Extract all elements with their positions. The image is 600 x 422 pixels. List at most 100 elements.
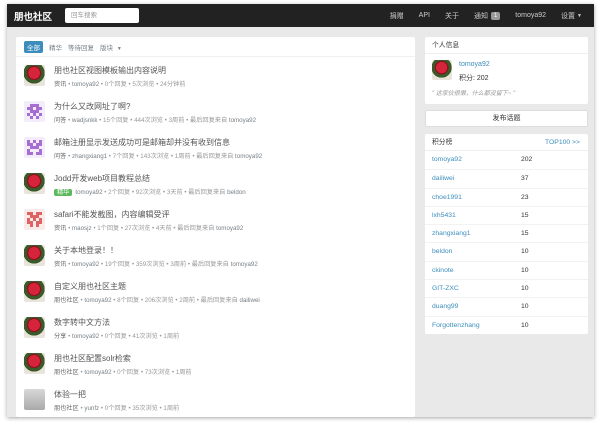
chevron-down-icon: ▼ — [116, 45, 122, 52]
topic-author-link[interactable]: yunfz — [84, 405, 99, 412]
nav-user[interactable]: tomoya92 — [515, 12, 546, 19]
topic-node-link[interactable]: 问答 — [54, 117, 66, 124]
topic-author-link[interactable]: tomoya92 — [72, 261, 99, 268]
topic-title-link[interactable]: 朋也社区配置solr检索 — [54, 353, 131, 364]
topic-author-link[interactable]: tomoya92 — [84, 369, 111, 376]
topic-node-link[interactable]: 朋也社区 — [54, 369, 79, 376]
ranking-user-link[interactable]: Forgottenzhang — [432, 322, 480, 329]
topic-row: 朋也社区视图模板输出内容说明 资讯 • tomoya92 • 0个回复 • 5次浏… — [16, 57, 415, 93]
topic-author-link[interactable]: zhangxiang1 — [72, 153, 107, 160]
search-input[interactable] — [65, 8, 140, 23]
app-window: 朋也社区 捐赠 API 关于 通知 1 tomoya92 设置 ▼ 全部 精华 … — [7, 4, 594, 417]
topic-author-link[interactable]: tomoya92 — [84, 297, 111, 304]
tab-all[interactable]: 全部 — [24, 40, 43, 53]
ranking-user-link[interactable]: GIT-ZXC — [432, 285, 459, 292]
last-reply-user-link[interactable]: tomoya92 — [235, 153, 262, 160]
ranking-list: tomoya92 202 dailiwei 37 choe1991 23 lxh5431 15… — [425, 151, 588, 334]
notification-count-badge: 1 — [490, 11, 501, 20]
ranking-user-link[interactable]: duang99 — [432, 303, 458, 310]
ranking-row: lxh5431 15 — [425, 205, 588, 224]
topic-node-link[interactable]: 问答 — [54, 153, 66, 160]
ranking-user-link[interactable]: tomoya92 — [432, 156, 462, 163]
topic-author-link[interactable]: maosjz — [72, 225, 92, 232]
avatar[interactable] — [24, 101, 45, 122]
topic-title-link[interactable]: 数字转中文方法 — [54, 317, 110, 328]
topic-meta: 资讯 • maosjz • 1个回复 • 27次浏览 • 4天前 • 最后回复来… — [54, 223, 243, 232]
tab-sections[interactable]: 版块 ▼ — [100, 42, 122, 52]
topic-stats: • 0个回复 • 41次浏览 • 1周前 — [99, 333, 180, 340]
ranking-score: 15 — [521, 230, 529, 238]
topic-meta: 资讯 • tomoya92 • 19个回复 • 359次浏览 • 3周前 • 最… — [54, 259, 258, 268]
nav-notifications[interactable]: 通知 1 — [473, 11, 501, 21]
topic-row: Jodd开发web项目教程总结精华 tomoya92 • 2个回复 • 92次浏览… — [16, 165, 415, 201]
last-reply-user-link[interactable]: tomoya92 — [231, 261, 258, 268]
avatar[interactable] — [24, 65, 45, 86]
topic-node-link[interactable]: 资讯 — [54, 225, 66, 232]
topic-title-link[interactable]: 关于本地登录！！ — [54, 245, 118, 256]
tab-no-reply[interactable]: 等待回复 — [68, 42, 94, 52]
avatar[interactable] — [24, 245, 45, 266]
profile-score: 积分: 202 — [459, 75, 489, 82]
topic-author-link[interactable]: tomoya92 — [72, 81, 99, 88]
top100-link[interactable]: TOP100 >> — [545, 134, 580, 151]
ranking-score: 23 — [521, 193, 529, 201]
profile-username[interactable]: tomoya92 — [459, 61, 490, 68]
topic-title-link[interactable]: 自定义朋也社区主题 — [54, 281, 126, 292]
topic-node-link[interactable]: 资讯 — [54, 261, 66, 268]
ranking-user-link[interactable]: zhangxiang1 — [432, 230, 471, 237]
avatar[interactable] — [24, 281, 45, 302]
topic-title-link[interactable]: Jodd开发web项目教程总结 — [54, 173, 150, 184]
ranking-score: 10 — [521, 285, 529, 293]
avatar[interactable] — [24, 173, 45, 194]
topic-author-link[interactable]: wadjsnkk — [72, 117, 97, 124]
avatar[interactable] — [24, 137, 45, 158]
topic-title-link[interactable]: 为什么又改网址了啊? — [54, 101, 130, 112]
topic-row: 自定义朋也社区主题朋也社区 • tomoya92 • 8个回复 • 206次浏览… — [16, 273, 415, 309]
topic-stats: • 0个回复 • 73次浏览 • 1周前 — [111, 369, 192, 376]
topic-node-link[interactable]: 分享 — [54, 333, 66, 340]
avatar[interactable] — [432, 60, 452, 80]
topic-row: 关于本地登录！！ 资讯 • tomoya92 • 19个回复 • 359次浏览 •… — [16, 237, 415, 273]
tab-good[interactable]: 精华 — [49, 42, 62, 52]
last-reply-user-link[interactable]: tomoya92 — [229, 117, 256, 124]
nav-api[interactable]: API — [419, 12, 430, 19]
ranking-score: 10 — [521, 321, 529, 329]
ranking-user-link[interactable]: choe1991 — [432, 194, 462, 201]
topic-title-link[interactable]: 朋也社区视图模板输出内容说明 — [54, 65, 166, 76]
ranking-user-link[interactable]: lxh5431 — [432, 212, 456, 219]
last-reply-user-link[interactable]: beldon — [227, 189, 246, 196]
avatar[interactable] — [24, 209, 45, 230]
nav-donate[interactable]: 捐赠 — [390, 11, 404, 21]
topic-author-link[interactable]: tomoya92 — [75, 189, 102, 196]
nav-about[interactable]: 关于 — [445, 11, 459, 21]
brand-logo[interactable]: 朋也社区 — [14, 9, 52, 23]
ranking-score: 202 — [521, 156, 533, 163]
last-reply-user-link[interactable]: dailiwei — [240, 297, 260, 304]
topic-title-link[interactable]: 体验一把 — [54, 389, 86, 400]
ranking-user-link[interactable]: ckinote — [432, 267, 454, 274]
ranking-panel: 积分榜 TOP100 >> tomoya92 202 dailiwei 37 choe1… — [425, 134, 588, 334]
topic-meta: 朋也社区 • yunfz • 0个回复 • 35次浏览 • 1周前 — [54, 403, 179, 412]
last-reply-user-link[interactable]: tomoya92 — [216, 225, 243, 232]
avatar[interactable] — [24, 353, 45, 374]
nav-settings[interactable]: 设置 ▼ — [561, 11, 582, 21]
ranking-row: GIT-ZXC 10 — [425, 279, 588, 297]
ranking-user-link[interactable]: beldon — [432, 248, 452, 255]
topic-row: 邮箱注册显示发送成功可是邮箱却并没有收到信息 问答 • zhangxiang1 •… — [16, 129, 415, 165]
topic-node-link[interactable]: 资讯 — [54, 81, 66, 88]
ranking-user-link[interactable]: dailiwei — [432, 175, 454, 182]
topic-meta: 朋也社区 • tomoya92 • 8个回复 • 206次浏览 • 2周前 • … — [54, 295, 260, 304]
topic-author-link[interactable]: tomoya92 — [72, 333, 99, 340]
avatar[interactable] — [24, 389, 45, 410]
avatar[interactable] — [24, 317, 45, 338]
topic-node-link[interactable]: 朋也社区 — [54, 405, 79, 412]
profile-heading: 个人信息 — [425, 37, 588, 54]
topic-stats: • 8个回复 • 206次浏览 • 2周前 • 最后回复来自 — [111, 297, 240, 304]
notifications-label: 通知 — [473, 12, 488, 20]
topic-title-link[interactable]: 邮箱注册显示发送成功可是邮箱却并没有收到信息 — [54, 137, 230, 148]
topic-meta: 精华 tomoya92 • 2个回复 • 92次浏览 • 3天前 • 最后回复来自… — [54, 187, 246, 196]
topic-node-link[interactable]: 朋也社区 — [54, 297, 79, 304]
topic-stats: • 2个回复 • 92次浏览 • 3天前 • 最后回复来自 — [102, 189, 228, 196]
new-topic-button[interactable]: 发布话题 — [425, 110, 588, 127]
topic-title-link[interactable]: safari不能发截图，内容编辑受评 — [54, 209, 170, 220]
